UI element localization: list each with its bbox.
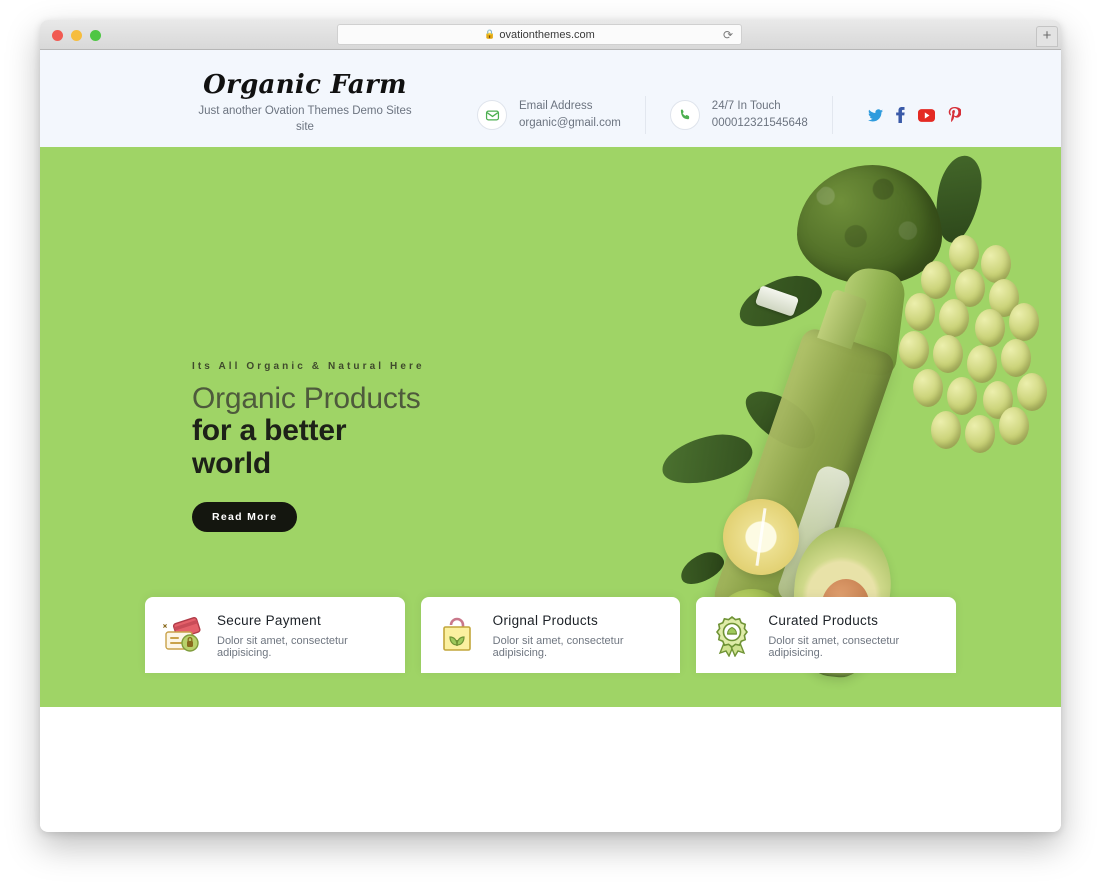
minimize-window-button[interactable] [71,30,82,41]
award-badge-icon [710,613,754,658]
contact-phone-label: 24/7 In Touch [711,100,781,113]
facebook-icon[interactable] [896,107,905,123]
maximize-window-button[interactable] [90,30,101,41]
new-tab-button[interactable]: + [1036,26,1058,47]
contact-phone-value: 000012321545648 [711,117,808,129]
hero-title-bold-line2: world [192,446,271,480]
page-viewport: Organic Farm Just another Ovation Themes… [40,50,1061,831]
feature-title: Orignal Products [492,613,599,628]
header-contact-group: Email Address organic@gmail.com 24/7 In … [477,96,857,134]
pinterest-icon[interactable] [948,107,961,123]
feature-card-orignal-products[interactable]: Orignal Products Dolor sit amet, consect… [420,597,681,673]
phone-icon [669,100,700,130]
feature-card-secure-payment[interactable]: Secure Payment Dolor sit amet, consectet… [145,597,405,673]
credit-card-lock-icon [159,613,203,657]
feature-title: Secure Payment [217,613,321,628]
address-bar[interactable]: 🔒 ovationthemes.com ⟳ [337,24,742,45]
spinach-leaf-icon [657,427,757,491]
grape-bunch [889,235,1061,455]
header-divider-2 [831,96,833,134]
twitter-icon[interactable] [868,108,883,122]
feature-desc: Dolor sit amet, consectetur adipisicing. [217,635,348,659]
youtube-icon[interactable] [918,108,935,122]
brand[interactable]: Organic Farm Just another Ovation Themes… [190,70,420,135]
social-links [868,107,961,123]
page-bottom-area [40,761,1061,831]
shopping-bag-leaf-icon [435,613,479,657]
contact-email-label: Email Address [519,100,593,113]
feature-card-curated-products[interactable]: Curated Products Dolor sit amet, consect… [696,597,957,673]
lock-icon: 🔒 [484,29,496,39]
browser-window: 🔒 ovationthemes.com ⟳ + Organic Farm Jus… [40,20,1061,832]
lemon-half [723,499,799,575]
hero-section: Its All Organic & Natural Here Organic P… [40,147,1061,707]
contact-email[interactable]: Email Address organic@gmail.com [477,98,621,131]
hero-copy: Its All Organic & Natural Here Organic P… [192,361,512,533]
feature-title: Curated Products [768,613,879,628]
hero-title-light: Organic Products [192,382,421,415]
address-bar-url: ovationthemes.com [499,28,595,41]
browser-titlebar: 🔒 ovationthemes.com ⟳ + [40,20,1061,50]
reload-icon[interactable]: ⟳ [723,29,733,41]
contact-email-value: organic@gmail.com [519,117,621,129]
header-divider [644,96,646,134]
site-header: Organic Farm Just another Ovation Themes… [40,50,1061,147]
hero-title-bold-line1: for a better [192,414,347,448]
brand-tagline: Just another Ovation Themes Demo Sites s… [198,105,412,133]
window-traffic-lights [52,30,101,41]
close-window-button[interactable] [52,30,63,41]
brand-title: Organic Farm [203,70,407,100]
hero-eyebrow: Its All Organic & Natural Here [192,361,425,372]
feature-desc: Dolor sit amet, consectetur adipisicing. [768,635,900,659]
read-more-button[interactable]: Read More [192,502,298,533]
feature-desc: Dolor sit amet, consectetur adipisicing. [492,635,624,659]
feature-cards: Secure Payment Dolor sit amet, consectet… [40,597,1061,707]
contact-phone[interactable]: 24/7 In Touch 000012321545648 [669,98,808,131]
envelope-icon [477,100,507,130]
